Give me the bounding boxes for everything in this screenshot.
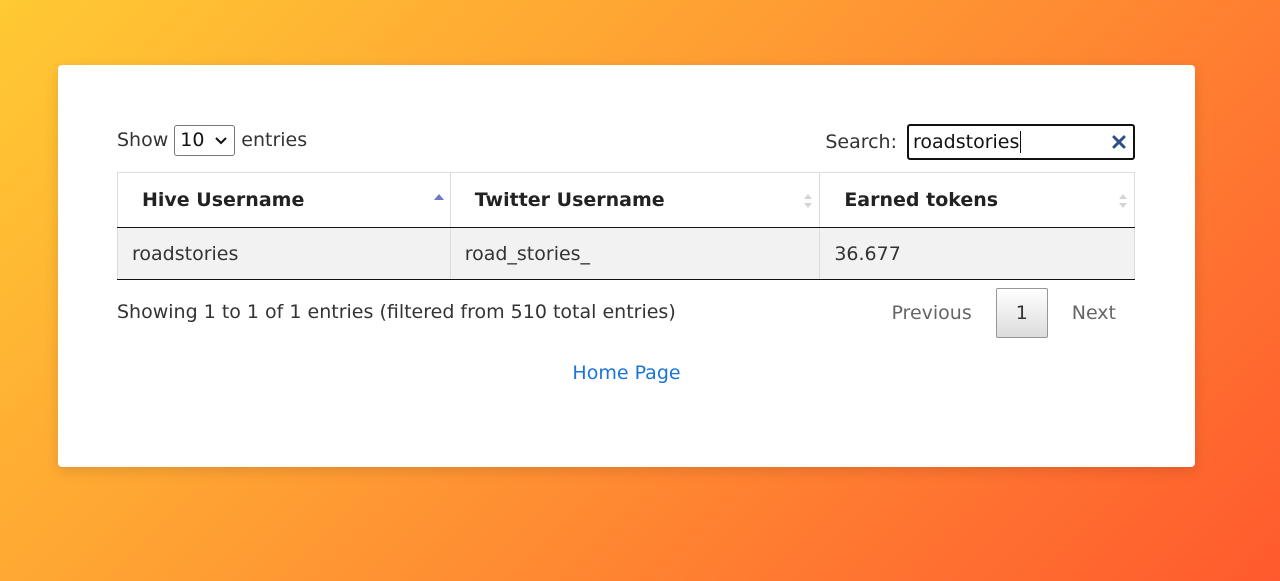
sort-ascending-icon [433,194,444,200]
entries-label: entries [241,129,308,151]
previous-page-button[interactable]: Previous [867,302,995,324]
next-page-button[interactable]: Next [1048,302,1136,324]
table-controls: Show 10 entries Search: roadstories [117,124,1135,160]
home-page-link[interactable]: Home Page [572,362,680,384]
sort-both-icon [804,194,813,208]
column-header-twitter-username[interactable]: Twitter Username [449,172,821,228]
home-link-container: Home Page [58,362,1195,384]
text-caret [1020,131,1022,153]
column-header-hive-username[interactable]: Hive Username [117,172,451,228]
cell-hive-username: roadstories [117,227,451,280]
column-header-label: Hive Username [142,189,305,211]
results-table: Hive Username Twitter Username Earned to… [117,172,1135,280]
column-header-earned-tokens[interactable]: Earned tokens [819,172,1135,228]
entries-per-page-value: 10 [180,129,205,151]
table-info-text: Showing 1 to 1 of 1 entries (filtered fr… [117,301,676,323]
pagination: Previous 1 Next [867,287,1136,338]
column-header-label: Earned tokens [844,189,999,211]
content-card: Show 10 entries Search: roadstories Hive… [58,65,1195,467]
sort-both-icon [1119,194,1127,208]
search-control: Search: roadstories [825,124,1135,160]
search-input-value: roadstories [913,131,1020,153]
column-header-label: Twitter Username [474,189,665,211]
show-label: Show [117,129,169,151]
entries-length-control: Show 10 entries [117,124,307,156]
entries-per-page-select[interactable]: 10 [174,124,236,156]
table-row: roadstories road_stories_ 36.677 [117,227,1135,280]
chevron-down-icon [215,136,227,144]
search-label: Search: [825,131,897,153]
current-page-button[interactable]: 1 [995,287,1048,338]
clear-search-icon[interactable] [1111,134,1127,150]
table-header-row: Hive Username Twitter Username Earned to… [117,172,1135,228]
cell-twitter-username: road_stories_ [449,227,821,280]
search-input[interactable]: roadstories [907,124,1135,160]
cell-earned-tokens: 36.677 [819,227,1135,280]
